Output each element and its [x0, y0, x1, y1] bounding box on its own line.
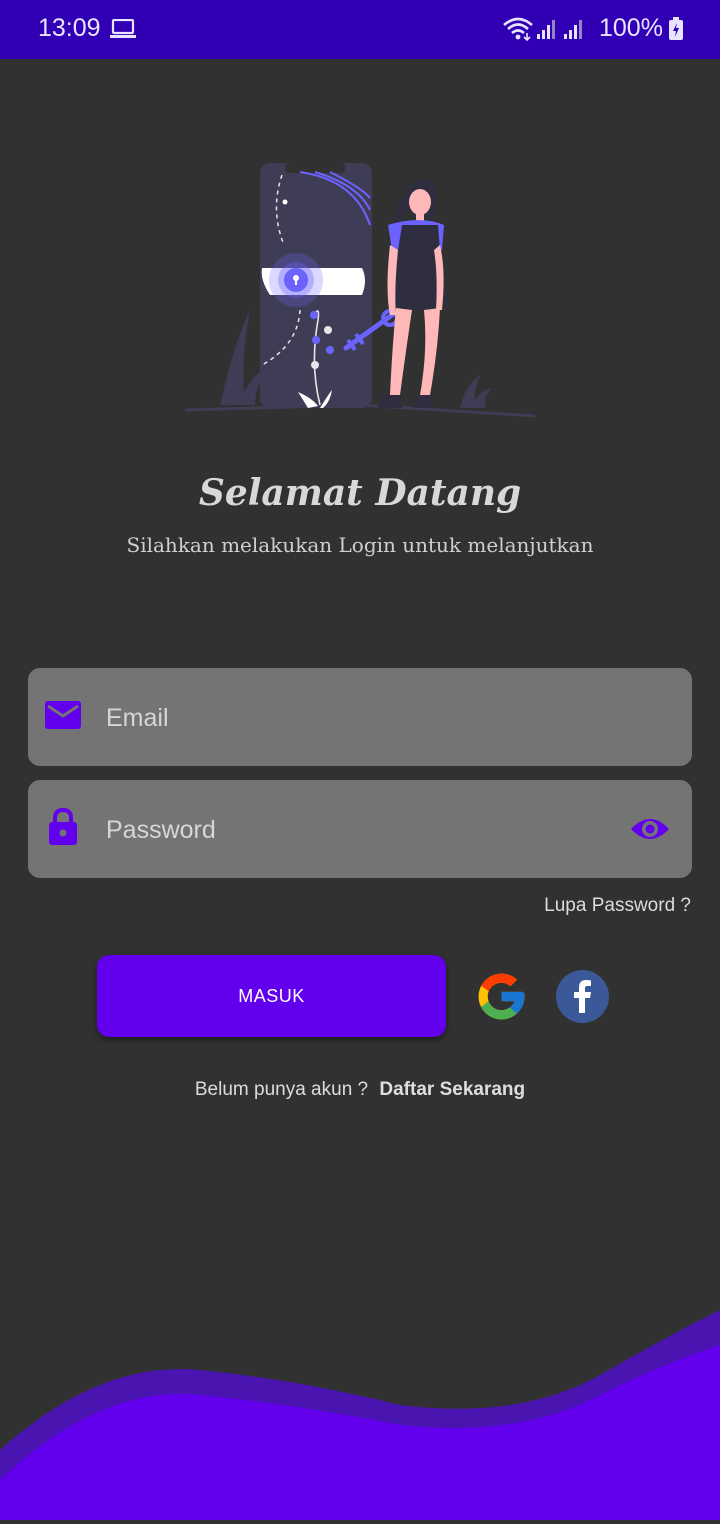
login-button[interactable]: MASUK	[97, 955, 446, 1037]
email-field[interactable]	[28, 668, 692, 768]
battery-icon	[668, 17, 684, 45]
register-row: Belum punya akun ? Daftar Sekarang	[0, 1079, 720, 1101]
register-link[interactable]: Daftar Sekarang	[379, 1079, 525, 1100]
facebook-icon[interactable]	[556, 970, 609, 1027]
forgot-password-link[interactable]: Lupa Password ?	[544, 895, 691, 917]
email-input[interactable]	[104, 668, 608, 768]
login-illustration	[180, 150, 540, 424]
laptop-icon	[110, 18, 136, 43]
page-subtitle: Silahkan melakukan Login untuk melanjutk…	[126, 533, 594, 557]
wifi-icon	[502, 16, 534, 46]
battery-percent: 100%	[599, 14, 663, 42]
mail-icon	[44, 699, 82, 735]
register-prompt: Belum punya akun ?	[194, 1079, 369, 1100]
google-icon[interactable]	[474, 969, 529, 1028]
status-time: 13:09	[38, 14, 101, 42]
password-input[interactable]	[104, 780, 608, 880]
password-field[interactable]	[28, 780, 692, 880]
lock-icon	[48, 807, 78, 850]
signal-icon	[563, 18, 585, 44]
eye-icon[interactable]	[630, 815, 670, 847]
signal-icon	[536, 18, 558, 44]
bottom-wave	[0, 1300, 720, 1524]
page-title: Selamat Datang	[198, 472, 522, 514]
status-bar: 13:09 100%	[0, 0, 720, 59]
